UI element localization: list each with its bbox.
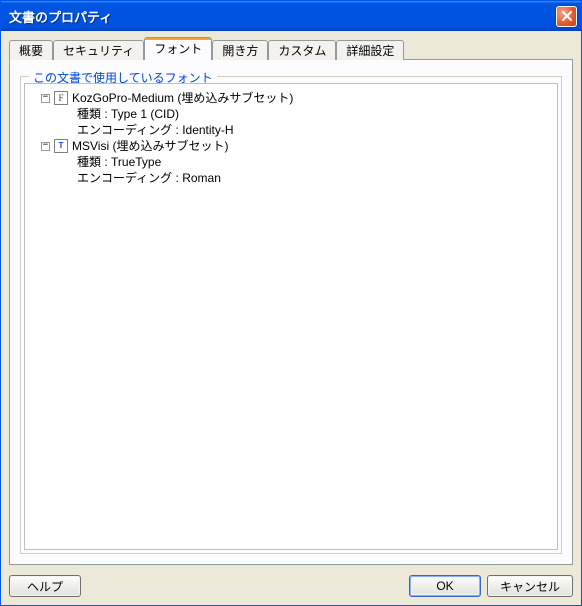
encoding-label: エンコーディング : <box>77 122 179 138</box>
close-button[interactable] <box>556 6 577 27</box>
font-row[interactable]: − T MSVisi (埋め込みサブセット) <box>29 138 553 154</box>
font-name: MSVisi (埋め込みサブセット) <box>72 138 228 154</box>
ok-button[interactable]: OK <box>409 575 481 597</box>
tab-page-fonts: この文書で使用しているフォント − F KozGoPro-Medium (埋め込… <box>9 59 573 565</box>
tree-collapse-icon[interactable]: − <box>41 94 50 103</box>
titlebar[interactable]: 文書のプロパティ <box>1 1 581 31</box>
tab-label: フォント <box>154 40 202 57</box>
font-encoding-row: エンコーディング : Identity-H <box>29 122 553 138</box>
tab-label: 開き方 <box>222 42 258 59</box>
tree-collapse-icon[interactable]: − <box>41 142 50 151</box>
font-node: − F KozGoPro-Medium (埋め込みサブセット) 種類 : Typ… <box>29 90 553 138</box>
font-row[interactable]: − F KozGoPro-Medium (埋め込みサブセット) <box>29 90 553 106</box>
button-label: OK <box>436 579 453 593</box>
button-label: キャンセル <box>500 578 560 595</box>
encoding-label: エンコーディング : <box>77 170 179 186</box>
tab-custom[interactable]: カスタム <box>268 40 336 60</box>
tab-fonts[interactable]: フォント <box>144 37 212 59</box>
tab-advanced[interactable]: 詳細設定 <box>336 40 404 60</box>
fonts-groupbox: この文書で使用しているフォント − F KozGoPro-Medium (埋め込… <box>20 76 562 554</box>
font-kind-row: 種類 : TrueType <box>29 154 553 170</box>
encoding-value: Roman <box>182 170 221 186</box>
tab-label: 詳細設定 <box>346 42 394 59</box>
encoding-value: Identity-H <box>182 122 233 138</box>
kind-value: TrueType <box>111 154 161 170</box>
font-name: KozGoPro-Medium (埋め込みサブセット) <box>72 90 293 106</box>
tab-initial-view[interactable]: 開き方 <box>212 40 268 60</box>
font-tree[interactable]: − F KozGoPro-Medium (埋め込みサブセット) 種類 : Typ… <box>24 83 558 550</box>
font-type-icon: F <box>54 91 68 105</box>
kind-label: 種類 : <box>77 106 108 122</box>
font-type-icon: T <box>54 139 68 153</box>
tab-label: カスタム <box>278 42 326 59</box>
kind-label: 種類 : <box>77 154 108 170</box>
tab-summary[interactable]: 概要 <box>9 40 53 60</box>
font-node: − T MSVisi (埋め込みサブセット) 種類 : TrueType エンコ… <box>29 138 553 186</box>
client-area: 概要 セキュリティ フォント 開き方 カスタム 詳細設定 この文書で使用している… <box>1 31 581 605</box>
dialog-button-row: ヘルプ OK キャンセル <box>9 575 573 597</box>
tab-label: セキュリティ <box>63 42 134 59</box>
tab-label: 概要 <box>19 42 43 59</box>
close-icon <box>562 11 572 21</box>
dialog-window: 文書のプロパティ 概要 セキュリティ フォント 開き方 カスタム 詳細設定 この… <box>0 0 582 606</box>
tab-security[interactable]: セキュリティ <box>53 40 144 60</box>
font-kind-row: 種類 : Type 1 (CID) <box>29 106 553 122</box>
window-title: 文書のプロパティ <box>9 7 556 26</box>
font-encoding-row: エンコーディング : Roman <box>29 170 553 186</box>
button-label: ヘルプ <box>27 578 63 595</box>
tab-strip: 概要 セキュリティ フォント 開き方 カスタム 詳細設定 <box>9 37 573 59</box>
cancel-button[interactable]: キャンセル <box>487 575 573 597</box>
kind-value: Type 1 (CID) <box>111 106 179 122</box>
help-button[interactable]: ヘルプ <box>9 575 81 597</box>
